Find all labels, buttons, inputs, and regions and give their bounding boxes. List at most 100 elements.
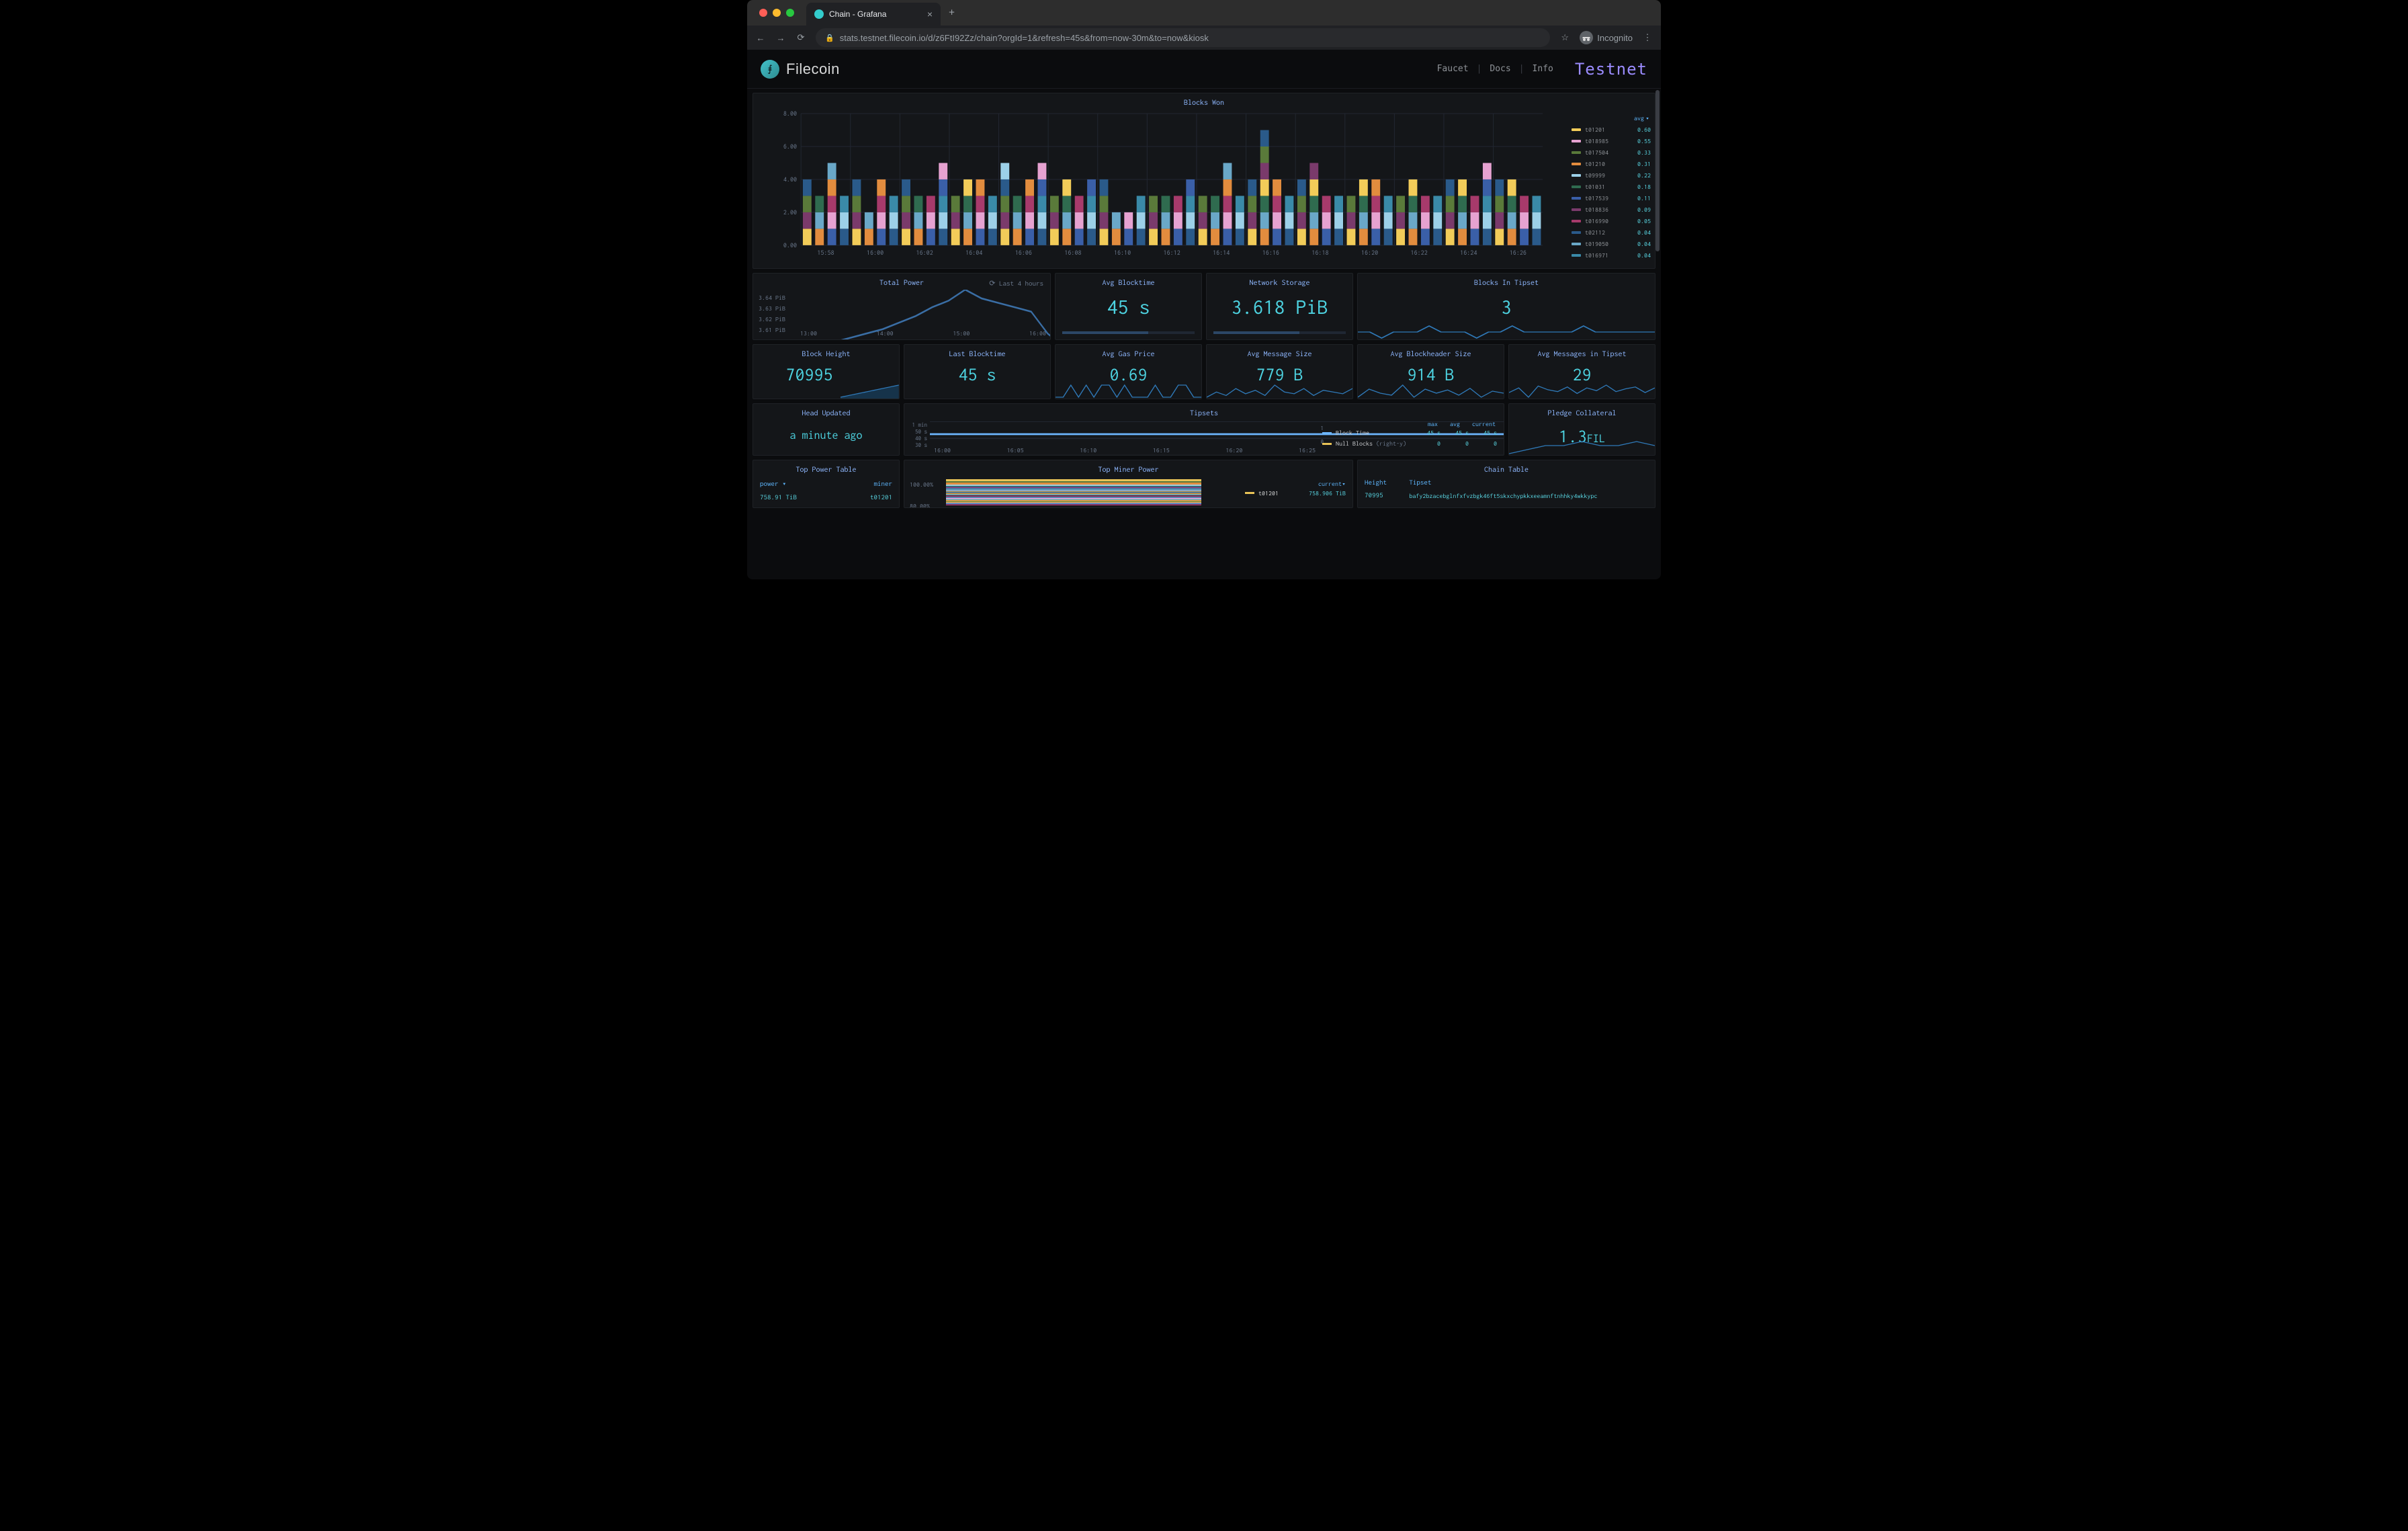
th-tipset[interactable]: Tipset bbox=[1402, 477, 1655, 489]
svg-text:16:16: 16:16 bbox=[1262, 249, 1279, 256]
svg-text:16:24: 16:24 bbox=[1460, 249, 1477, 256]
list-item[interactable]: t01201 758.906 TiB bbox=[1245, 488, 1346, 498]
panel-total-power[interactable]: Total Power Last 4 hours 3.64 PiB3.63 Pi… bbox=[752, 273, 1051, 340]
list-item[interactable]: t010310.18 bbox=[1572, 181, 1651, 192]
panel-avg-blockheader-size[interactable]: Avg Blockheader Size 914 B bbox=[1357, 344, 1504, 399]
legend-swatch-icon bbox=[1572, 174, 1581, 177]
tab-title: Chain - Grafana bbox=[829, 9, 886, 19]
panel-network-storage[interactable]: Network Storage 3.618 PiB bbox=[1206, 273, 1353, 340]
svg-text:16:22: 16:22 bbox=[1411, 249, 1428, 256]
th-miner[interactable]: miner bbox=[838, 477, 899, 491]
scrollbar-icon[interactable] bbox=[1656, 90, 1660, 251]
browser-tab-bar: Chain - Grafana × + bbox=[747, 0, 1661, 26]
list-item[interactable]: t021120.04 bbox=[1572, 226, 1651, 238]
panel-block-height[interactable]: Block Height 70995 bbox=[752, 344, 900, 399]
svg-text:16:00: 16:00 bbox=[867, 249, 884, 256]
window-controls[interactable] bbox=[747, 9, 806, 17]
panel-avg-message-size[interactable]: Avg Message Size 779 B bbox=[1206, 344, 1353, 399]
legend-swatch-icon bbox=[1572, 231, 1581, 234]
panel-last-blocktime[interactable]: Last Blocktime 45 s bbox=[904, 344, 1051, 399]
close-window-icon[interactable] bbox=[759, 9, 767, 17]
header-links: Faucet | Docs | Info Testnet bbox=[1437, 60, 1647, 79]
panel-title: Chain Table bbox=[1358, 460, 1655, 477]
panel-tipsets[interactable]: Tipsets 1 min50 s40 s30 s 16:0016:0516:1… bbox=[904, 403, 1504, 456]
panel-top-power-table[interactable]: Top Power Table power ▾ miner 758.91 TiB… bbox=[752, 460, 900, 508]
legend-swatch-icon bbox=[1572, 128, 1581, 131]
reload-icon[interactable]: ⟳ bbox=[796, 32, 806, 43]
svg-text:16:02: 16:02 bbox=[916, 249, 933, 256]
brand[interactable]: ⨎ Filecoin bbox=[761, 60, 840, 79]
panel-blocks-won[interactable]: Blocks Won 0.002.004.006.008.0015:5816:0… bbox=[752, 93, 1656, 269]
list-item[interactable]: Null Blocks (right-y)000 bbox=[1322, 438, 1497, 449]
new-tab-button[interactable]: + bbox=[941, 7, 963, 19]
svg-text:16:08: 16:08 bbox=[1064, 249, 1081, 256]
panel-title: Top Miner Power bbox=[904, 460, 1352, 477]
forward-icon[interactable]: → bbox=[775, 33, 786, 43]
fullscreen-window-icon[interactable] bbox=[786, 9, 794, 17]
list-item[interactable]: t0188360.09 bbox=[1572, 204, 1651, 215]
close-tab-icon[interactable]: × bbox=[927, 9, 933, 19]
link-docs[interactable]: Docs bbox=[1490, 64, 1510, 74]
panel-avg-blocktime[interactable]: Avg Blocktime 45 s bbox=[1055, 273, 1202, 340]
svg-text:16:18: 16:18 bbox=[1312, 249, 1328, 256]
panel-blocks-in-tipset[interactable]: Blocks In Tipset 3 bbox=[1357, 273, 1656, 340]
tipsets-legend: max avg current Block Time45 s45 s45 sNu… bbox=[1322, 420, 1497, 449]
svg-text:16:06: 16:06 bbox=[1015, 249, 1032, 256]
th-height[interactable]: Height bbox=[1358, 477, 1402, 489]
table-row[interactable]: 70995 bafy2bzacebglnfxfvzbgk46ft5skxchyp… bbox=[1358, 489, 1655, 502]
list-item[interactable]: t012100.31 bbox=[1572, 158, 1651, 169]
panel-title: Avg Message Size bbox=[1247, 345, 1312, 361]
panel-avg-gas-price[interactable]: Avg Gas Price 0.69 bbox=[1055, 344, 1202, 399]
browser-tab[interactable]: Chain - Grafana × bbox=[806, 3, 941, 26]
list-item[interactable]: t012010.60 bbox=[1572, 124, 1651, 135]
table-row[interactable]: 758.91 TiB t01201 bbox=[753, 491, 899, 504]
sparkline-icon bbox=[1509, 384, 1655, 399]
total-power-xaxis: 13:0014:0015:0016:00 bbox=[800, 329, 1046, 337]
panel-top-miner-power[interactable]: Top Miner Power 100.00% 80.00% current▾ … bbox=[904, 460, 1353, 508]
panel-title: Blocks Won bbox=[753, 93, 1655, 110]
url-field[interactable]: 🔒 stats.testnet.filecoin.io/d/z6FtI92Zz/… bbox=[816, 28, 1550, 47]
page-header: ⨎ Filecoin Faucet | Docs | Info Testnet bbox=[747, 50, 1661, 89]
top-power-table: power ▾ miner 758.91 TiB t01201 bbox=[753, 477, 899, 504]
panel-chain-table[interactable]: Chain Table Height Tipset 70995 bafy2bza… bbox=[1357, 460, 1656, 508]
back-icon[interactable]: ← bbox=[755, 33, 766, 43]
panel-title: Avg Messages in Tipset bbox=[1537, 345, 1626, 361]
stat-value: 70995 bbox=[785, 365, 832, 384]
stat-value: 0.69 bbox=[1109, 365, 1147, 384]
stat-value: 45 s bbox=[1107, 296, 1150, 319]
panel-avg-messages-in-tipset[interactable]: Avg Messages in Tipset 29 bbox=[1508, 344, 1656, 399]
list-item[interactable]: t0175390.11 bbox=[1572, 192, 1651, 204]
menu-icon[interactable]: ⋮ bbox=[1642, 32, 1653, 43]
sparkline-icon bbox=[1358, 325, 1655, 339]
sparkline-icon bbox=[841, 384, 899, 399]
sort-desc-icon: ▾ bbox=[782, 481, 787, 488]
panel-title: Blocks In Tipset bbox=[1474, 274, 1539, 290]
svg-text:16:10: 16:10 bbox=[1114, 249, 1131, 256]
svg-text:16:12: 16:12 bbox=[1164, 249, 1180, 256]
incognito-label: Incognito bbox=[1597, 33, 1633, 43]
svg-text:6.00: 6.00 bbox=[783, 142, 797, 150]
blocks-won-legend: avg t012010.60t0189850.55t0175040.33t012… bbox=[1572, 114, 1651, 261]
incognito-indicator[interactable]: Incognito bbox=[1580, 31, 1633, 44]
panel-pledge-collateral[interactable]: Pledge Collateral 1.3FIL bbox=[1508, 403, 1656, 456]
panel-head-updated[interactable]: Head Updated a minute ago bbox=[752, 403, 900, 456]
list-item[interactable]: t0169710.04 bbox=[1572, 249, 1651, 261]
list-item[interactable]: Block Time45 s45 s45 s bbox=[1322, 427, 1497, 438]
list-item[interactable]: t0190500.04 bbox=[1572, 238, 1651, 249]
top-miner-area-chart bbox=[946, 479, 1201, 503]
minimize-window-icon[interactable] bbox=[773, 9, 781, 17]
list-item[interactable]: t0189850.55 bbox=[1572, 135, 1651, 147]
list-item[interactable]: t099990.22 bbox=[1572, 169, 1651, 181]
link-info[interactable]: Info bbox=[1533, 64, 1553, 74]
stat-value: 45 s bbox=[958, 365, 996, 384]
th-power[interactable]: power ▾ bbox=[753, 477, 838, 491]
stat-value: 29 bbox=[1572, 365, 1591, 384]
legend-swatch-icon bbox=[1572, 163, 1581, 165]
sort-desc-icon: ▾ bbox=[1342, 480, 1346, 487]
star-icon[interactable]: ☆ bbox=[1559, 32, 1570, 43]
list-item[interactable]: t0175040.33 bbox=[1572, 147, 1651, 158]
link-faucet[interactable]: Faucet bbox=[1437, 64, 1469, 74]
list-item[interactable]: t0169900.05 bbox=[1572, 215, 1651, 226]
panel-title: Network Storage bbox=[1249, 274, 1309, 290]
dashboard-grid: Blocks Won 0.002.004.006.008.0015:5816:0… bbox=[752, 89, 1656, 579]
